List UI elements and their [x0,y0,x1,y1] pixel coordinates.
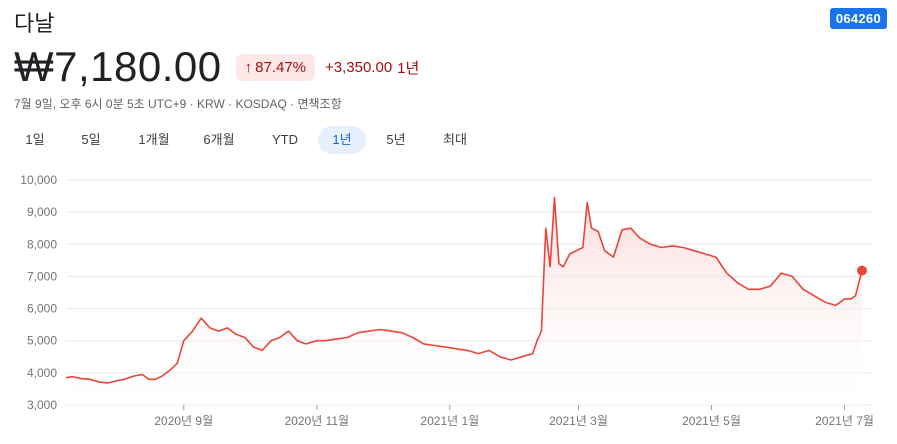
y-tick-label: 6,000 [27,302,57,316]
range-tab-ytd[interactable]: YTD [262,126,308,154]
range-tab-1d[interactable]: 1일 [14,126,56,154]
range-tab-6m[interactable]: 6개월 [193,126,245,154]
price-row: ₩7,180.00 ↑ 87.47% +3,350.00 1년 [14,42,419,92]
ticker-badge[interactable]: 064260 [829,8,887,29]
y-tick-label: 8,000 [27,237,57,251]
change-amount: +3,350.00 [325,58,393,76]
arrow-up-icon: ↑ [244,58,253,76]
change-period: 1년 [397,59,420,77]
x-tick-label: 2021년 1월 [420,414,479,428]
last-price-marker [857,265,867,276]
current-price: ₩7,180.00 [14,43,222,90]
range-tab-5d[interactable]: 5일 [70,126,112,154]
y-tick-label: 9,000 [27,205,57,219]
change-percent: 87.47% [255,58,307,76]
x-tick-label: 2021년 7월 [815,414,874,428]
range-tab-1y[interactable]: 1년 [318,126,366,154]
x-tick-label: 2020년 11월 [285,414,350,428]
price-area-fill [66,197,862,405]
range-tab-5y[interactable]: 5년 [375,126,417,154]
x-tick-label: 2020년 9월 [154,414,213,428]
y-tick-label: 7,000 [27,269,57,283]
price-chart[interactable]: 10,000 9,000 8,000 7,000 6,000 5,000 4,000 3,00… [0,165,897,444]
change-percent-badge: ↑ 87.47% [235,53,316,81]
x-tick-label: 2021년 3월 [549,414,608,428]
range-tab-max[interactable]: 최대 [432,126,478,154]
company-name: 다날 [14,11,55,36]
y-tick-label: 5,000 [27,334,57,348]
y-tick-label: 3,000 [27,398,57,412]
y-tick-label: 4,000 [27,366,57,380]
quote-meta-line: 7월 9일, 오후 6시 0분 5초 UTC+9 · KRW · KOSDAQ … [14,97,342,111]
x-tick-label: 2021년 5월 [682,414,741,428]
range-tab-1m[interactable]: 1개월 [128,126,180,154]
y-tick-label: 10,000 [20,173,57,187]
range-tabs: 1일 5일 1개월 6개월 YTD 1년 5년 최대 [0,126,897,154]
